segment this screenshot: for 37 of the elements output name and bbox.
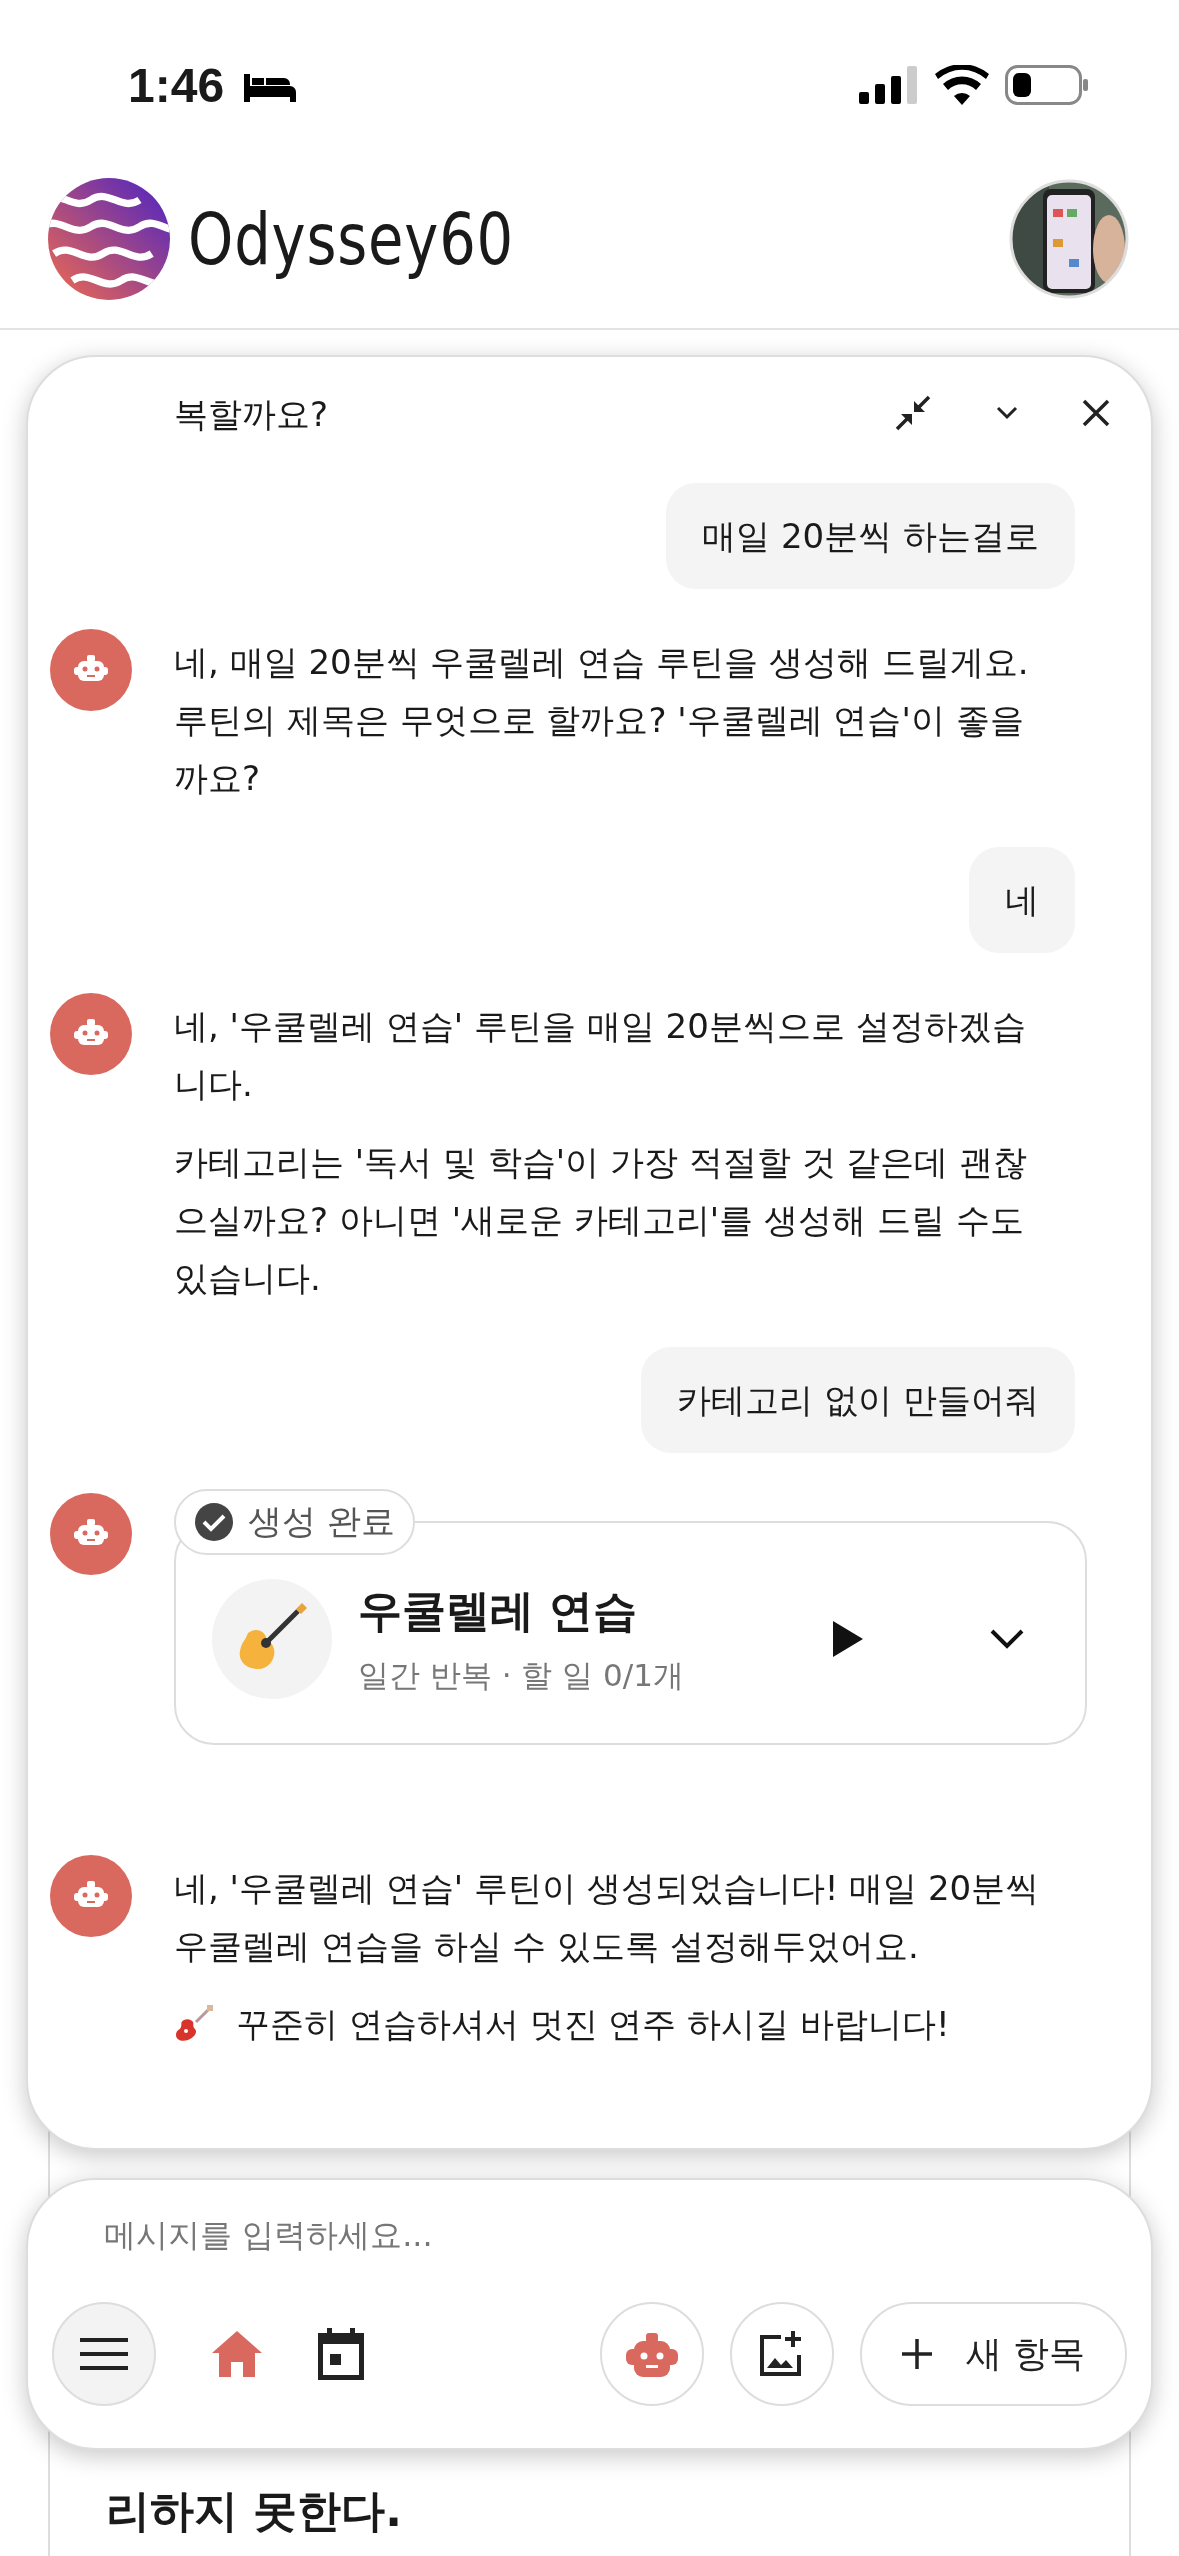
calendar-icon[interactable] [318, 2328, 364, 2380]
guitar-icon [174, 2004, 214, 2044]
plus-icon [901, 2339, 932, 2369]
message-text: 네, '우쿨렐레 연습' 루틴을 매일 20분씩으로 설정하겠습니다. [174, 1005, 1027, 1106]
message-input[interactable]: 메시지를 입력하세요... [52, 2216, 1056, 2254]
message-text: 복할까요? [174, 393, 329, 436]
message-text: 꾸준히 연습하셔서 멋진 연주 하시길 바랍니다! [236, 2003, 950, 2046]
home-icon[interactable] [212, 2331, 262, 2377]
user-message: 카테고리 없이 만들어줘 [641, 1347, 1075, 1453]
wifi-icon [935, 65, 989, 105]
message-text: 네, '우쿨렐레 연습' 루틴이 생성되었습니다! 매일 20분씩 우쿨렐레 연습을 하실 수 있도록 설정해두었어요. [174, 1867, 1041, 1968]
quote-text: 리하지 못한다. [106, 2485, 403, 2536]
new-item-button[interactable]: 새 항목 [859, 2302, 1127, 2406]
message-text: 네, 매일 20분씩 우쿨렐레 연습 루틴을 생성해 드릴게요. 루틴의 제목은 무엇으로 할까요? '우쿨렐레 연습'이 좋을까요? [174, 641, 1030, 800]
app-name: Odyssey60 [188, 197, 515, 281]
collapse-icon[interactable] [893, 393, 933, 433]
routine-subtitle: 일간 반복 · 할 일 0/1개 [358, 1655, 685, 1695]
robot-avatar-icon [50, 1493, 132, 1575]
menu-icon [80, 2337, 128, 2371]
user-message: 매일 20분씩 하는걸로 [666, 483, 1075, 589]
message-text: 카테고리는 '독서 및 학습'이 가장 적절할 것 같은데 괜찮으실까요? 아니면 '새로운 카테고리'를 생성해 드릴 수도 있습니다. [174, 1141, 1029, 1300]
robot-avatar-icon [50, 993, 132, 1075]
robot-icon [623, 2331, 680, 2377]
user-message: 네 [969, 847, 1075, 953]
logo-icon [48, 178, 170, 300]
chevron-icon[interactable] [989, 1628, 1025, 1650]
chevron-down-icon[interactable] [995, 405, 1019, 421]
battery-icon [1005, 65, 1089, 105]
close-icon[interactable] [1081, 398, 1111, 428]
play-icon[interactable] [833, 1621, 863, 1657]
routine-title: 우쿨렐레 연습 [358, 1583, 639, 1638]
robot-avatar-icon [50, 629, 132, 711]
robot-avatar-icon [50, 1855, 132, 1937]
check-circle-icon [194, 1502, 234, 1542]
status-time: 1:46 [128, 57, 225, 113]
guitar-icon [212, 1579, 332, 1699]
signal-icon [859, 66, 919, 104]
